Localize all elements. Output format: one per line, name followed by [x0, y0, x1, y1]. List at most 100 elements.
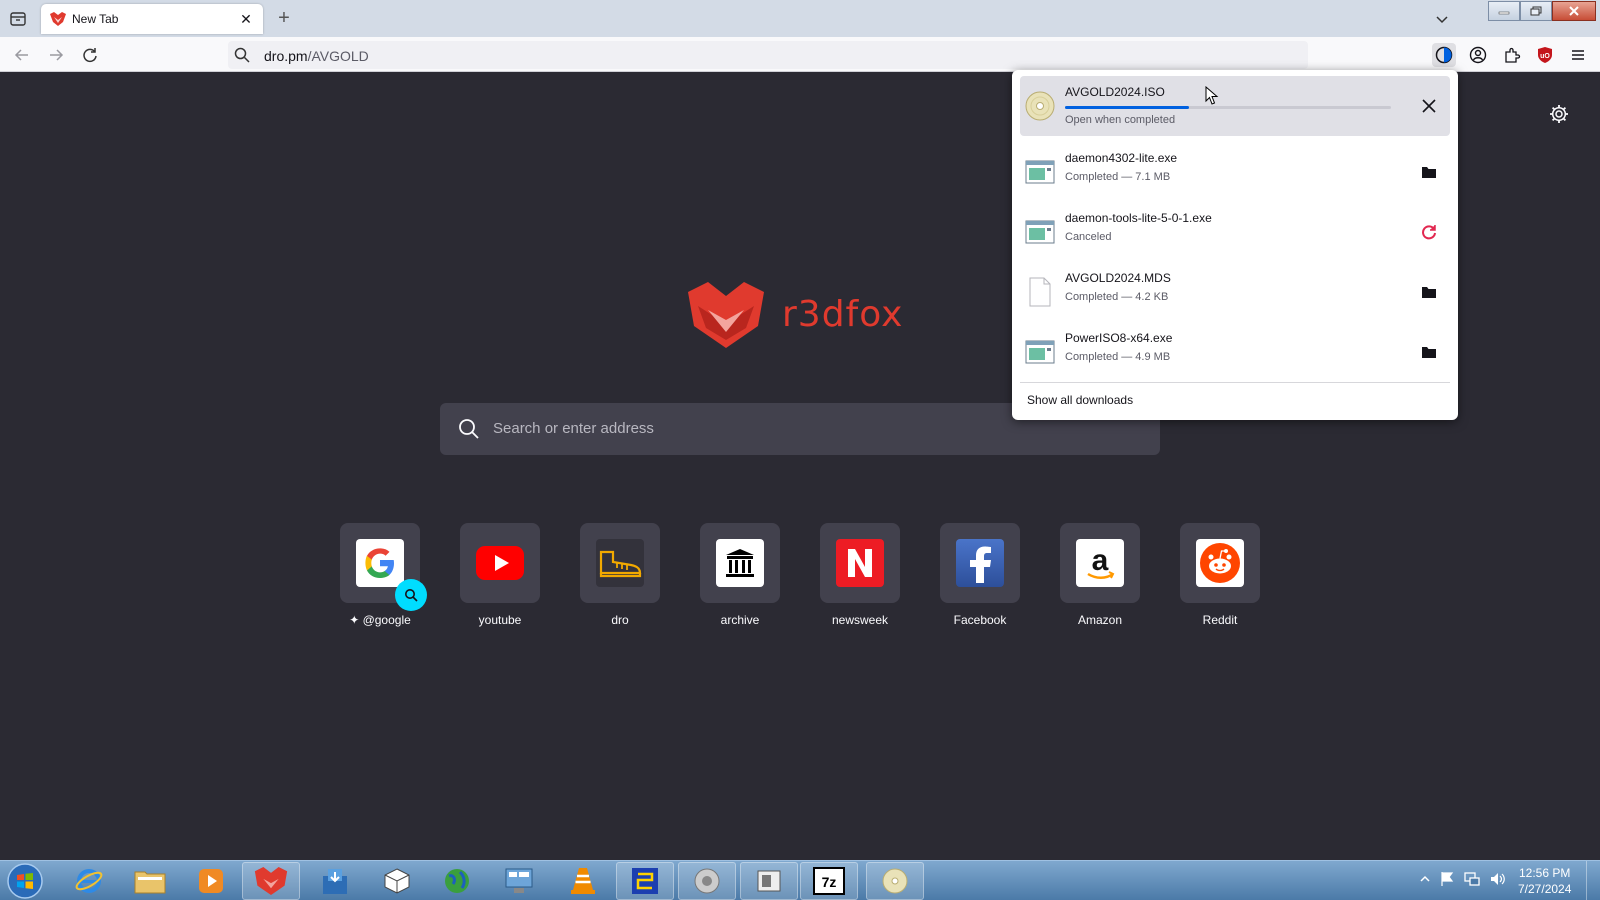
reddit-icon: [1196, 539, 1244, 587]
network-icon[interactable]: [1464, 871, 1480, 892]
window-controls: [1488, 1, 1596, 21]
url-path: /AVGOLD: [307, 48, 369, 64]
pin-icon: ✦: [349, 613, 363, 627]
package-icon[interactable]: [368, 862, 426, 900]
file-explorer-icon[interactable]: [121, 862, 179, 900]
folder-icon[interactable]: [1418, 341, 1440, 363]
download-progress-fill: [1065, 106, 1189, 109]
tab-close-icon[interactable]: ✕: [238, 11, 254, 27]
search-shortcut-badge-icon: [395, 579, 427, 611]
installer-icon[interactable]: [306, 862, 364, 900]
cancel-download-icon[interactable]: [1418, 95, 1440, 117]
search-placeholder: Search or enter address: [493, 420, 654, 437]
show-desktop-button[interactable]: [1586, 861, 1600, 900]
shortcut-reddit[interactable]: Reddit: [1180, 523, 1260, 627]
clock[interactable]: 12:56 PM 7/27/2024: [1518, 865, 1571, 897]
disc-image-icon: [1024, 90, 1056, 122]
download-item[interactable]: AVGOLD2024.MDS Completed — 4.2 KB: [1020, 262, 1450, 322]
shortcut-label: newsweek: [831, 613, 889, 627]
media-player-icon[interactable]: [182, 862, 240, 900]
exe-file-icon: [1024, 216, 1056, 248]
account-icon[interactable]: [1466, 43, 1490, 67]
downloads-icon[interactable]: [1432, 43, 1456, 67]
folder-icon[interactable]: [1418, 281, 1440, 303]
tab-new-tab[interactable]: New Tab ✕: [41, 4, 263, 34]
download-name: AVGOLD2024.ISO: [1065, 85, 1165, 99]
url-text[interactable]: dro.pm/AVGOLD: [264, 48, 369, 64]
download-item[interactable]: daemon-tools-lite-5-0-1.exe Canceled: [1020, 202, 1450, 262]
shortcut-tile: [580, 523, 660, 603]
mouse-cursor-icon: [1205, 86, 1219, 105]
volume-icon[interactable]: [1490, 871, 1506, 892]
shortcut-label: youtube: [478, 613, 522, 627]
shortcut-youtube[interactable]: youtube: [460, 523, 540, 627]
download-item[interactable]: daemon4302-lite.exe Completed — 7.1 MB: [1020, 142, 1450, 202]
menu-icon[interactable]: [1566, 43, 1590, 67]
internet-explorer-icon[interactable]: [60, 862, 118, 900]
download-name: daemon4302-lite.exe: [1065, 151, 1178, 165]
divider: [1020, 382, 1450, 383]
7zip-icon[interactable]: 7z: [800, 862, 858, 900]
forward-icon[interactable]: [45, 44, 67, 66]
shortcut-archive[interactable]: archive: [700, 523, 780, 627]
youtube-icon: [476, 539, 524, 587]
shortcut-label: ✦ @google: [340, 613, 420, 627]
exe-file-icon: [1024, 156, 1056, 188]
flag-icon[interactable]: [1440, 871, 1454, 892]
shortcut-google[interactable]: ✦ @google: [340, 523, 427, 627]
download-name: daemon-tools-lite-5-0-1.exe: [1065, 211, 1212, 225]
download-name: PowerISO8-x64.exe: [1065, 331, 1173, 345]
r3dfox-logo-icon: [688, 282, 764, 348]
brand-name: r3dfox: [782, 294, 904, 335]
r3dfox-taskbar-icon[interactable]: [242, 862, 300, 900]
shortcut-dro[interactable]: dro: [580, 523, 660, 627]
ublock-shield-icon[interactable]: uO: [1533, 43, 1557, 67]
minimize-button[interactable]: [1488, 1, 1520, 21]
control-panel-icon[interactable]: [490, 862, 548, 900]
newsweek-icon: [836, 539, 884, 587]
retry-icon[interactable]: [1418, 221, 1440, 243]
shortcut-amazon[interactable]: a Amazon: [1060, 523, 1140, 627]
download-status: Open when completed: [1065, 114, 1176, 126]
chevron-down-icon[interactable]: [1432, 9, 1452, 29]
reload-icon[interactable]: [79, 44, 101, 66]
shortcut-facebook[interactable]: Facebook: [940, 523, 1020, 627]
restore-button[interactable]: [1520, 1, 1552, 21]
tab-strip: New Tab ✕ +: [0, 0, 1600, 37]
shortcut-tile: [340, 523, 427, 611]
back-icon[interactable]: [11, 44, 33, 66]
globe-download-icon[interactable]: [428, 862, 486, 900]
address-bar[interactable]: dro.pm/AVGOLD: [228, 41, 1308, 69]
shortcut-label-text: @google: [362, 613, 411, 627]
shortcut-tile: [820, 523, 900, 603]
gear-icon[interactable]: [1548, 103, 1570, 125]
google-icon: [356, 539, 404, 587]
facebook-icon: [956, 539, 1004, 587]
shortcut-newsweek[interactable]: newsweek: [820, 523, 900, 627]
folder-icon[interactable]: [1418, 161, 1440, 183]
download-status: Completed — 4.2 KB: [1065, 291, 1169, 303]
network-tool-icon[interactable]: [616, 862, 674, 900]
shortcut-tile: [460, 523, 540, 603]
new-tab-button[interactable]: +: [273, 7, 295, 29]
tab-list-icon[interactable]: [8, 9, 28, 29]
extensions-icon[interactable]: [1500, 43, 1524, 67]
start-button[interactable]: [6, 862, 44, 900]
download-name: AVGOLD2024.MDS: [1065, 271, 1171, 285]
speaker-app-icon[interactable]: [678, 862, 736, 900]
virtual-drive-icon[interactable]: [740, 862, 798, 900]
show-all-downloads-button[interactable]: Show all downloads: [1027, 393, 1133, 407]
clock-time: 12:56 PM: [1519, 866, 1571, 880]
vlc-icon[interactable]: [554, 862, 612, 900]
download-item[interactable]: AVGOLD2024.ISO Open when completed: [1020, 76, 1450, 136]
close-window-button[interactable]: [1552, 1, 1596, 21]
disc-burner-icon[interactable]: [866, 862, 924, 900]
chevron-up-icon[interactable]: [1420, 871, 1430, 892]
shortcut-label: dro: [611, 613, 629, 627]
shortcut-label: Reddit: [1202, 613, 1238, 627]
boot-icon: [596, 539, 644, 587]
download-item[interactable]: PowerISO8-x64.exe Completed — 4.9 MB: [1020, 322, 1450, 382]
r3dfox-favicon-icon: [50, 12, 66, 26]
svg-text:7z: 7z: [822, 874, 837, 890]
nav-bar: dro.pm/AVGOLD uO: [0, 37, 1600, 72]
